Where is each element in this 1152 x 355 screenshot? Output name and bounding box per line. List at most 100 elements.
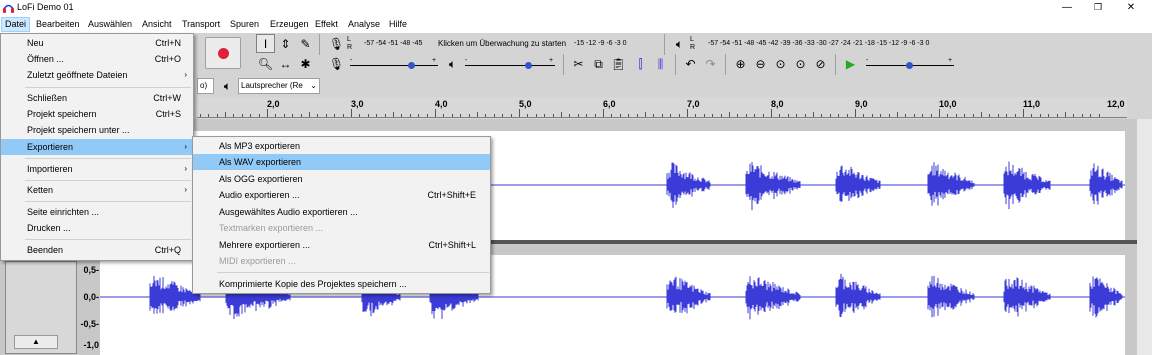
fit-project-icon[interactable]: ⊙	[791, 54, 810, 73]
export-wav-item[interactable]: Als WAV exportieren	[193, 154, 490, 170]
silence-icon[interactable]: ⫼	[651, 54, 670, 73]
ruler-tick	[1073, 114, 1075, 117]
menu-item-neu[interactable]: Neu Ctrl+N	[1, 35, 193, 51]
menu-item-drucken[interactable]: Drucken ...	[1, 220, 193, 236]
ruler-tick	[594, 114, 596, 117]
collapse-track-button[interactable]: ▲	[14, 335, 58, 349]
ruler-tick	[376, 114, 378, 117]
recording-volume-thumb[interactable]	[408, 62, 415, 69]
export-multiple-item[interactable]: Mehrere exportieren ... Ctrl+Shift+L	[193, 237, 490, 253]
ruler-tick	[981, 112, 982, 117]
selection-tool-icon[interactable]: I	[256, 34, 275, 53]
ruler-tick	[804, 114, 806, 117]
ruler-tick	[443, 114, 445, 117]
menu-ansicht[interactable]: Ansicht	[139, 17, 175, 32]
speaker-icon[interactable]: 🔈︎	[670, 34, 689, 53]
ruler-tick	[720, 114, 722, 117]
ruler-tick	[695, 114, 697, 117]
ruler-tick	[317, 114, 319, 117]
export-audio-item[interactable]: Audio exportieren ... Ctrl+Shift+E	[193, 187, 490, 203]
track2-control-panel: ▲	[5, 261, 77, 354]
minimize-button[interactable]: —	[1060, 1, 1074, 14]
paste-icon[interactable]: 📋︎	[609, 54, 628, 73]
save-compressed-copy-item[interactable]: Komprimierte Kopie des Projektes speiche…	[193, 276, 490, 292]
ruler-tick	[1014, 114, 1016, 117]
zoom-tool-icon[interactable]: 🔍︎	[256, 54, 275, 73]
play-speed-thumb[interactable]	[906, 62, 913, 69]
playback-volume-slider[interactable]: - +	[465, 57, 557, 71]
recording-volume-slider[interactable]: - +	[350, 57, 440, 71]
close-button[interactable]: ✕	[1124, 1, 1138, 14]
zoom-in-icon[interactable]: ⊕	[731, 54, 750, 73]
menu-bearbeiten[interactable]: Bearbeiten	[33, 17, 83, 32]
menu-item-projekt-speichern[interactable]: Projekt speichern Ctrl+S	[1, 106, 193, 122]
ruler-tick	[544, 114, 546, 117]
menu-item-seite-einrichten[interactable]: Seite einrichten ...	[1, 204, 193, 220]
output-device-select[interactable]: Lautsprecher (Re ⌄	[238, 78, 320, 94]
export-selected-audio-item[interactable]: Ausgewähltes Audio exportieren ...	[193, 204, 490, 220]
copy-icon[interactable]: ⧉	[589, 54, 608, 73]
trim-icon[interactable]: ⫿	[631, 54, 650, 73]
record-icon	[218, 48, 229, 59]
zoom-out-icon[interactable]: ⊖	[751, 54, 770, 73]
fit-selection-icon[interactable]: ⊙	[771, 54, 790, 73]
ruler-tick	[569, 114, 571, 117]
menu-item-exportieren[interactable]: Exportieren ›	[1, 139, 193, 155]
ruler-tick	[1006, 114, 1008, 117]
ruler-tick	[199, 114, 201, 117]
ruler-tick	[947, 114, 949, 117]
ruler-tick	[855, 109, 856, 117]
menu-item-ketten[interactable]: Ketten ›	[1, 182, 193, 198]
undo-icon[interactable]: ↶	[681, 54, 700, 73]
menu-item-importieren[interactable]: Importieren ›	[1, 161, 193, 177]
datei-dropdown-menu: Neu Ctrl+N Öffnen ... Ctrl+O Zuletzt geöff…	[0, 33, 194, 261]
ruler-tick	[401, 114, 403, 117]
play-at-speed-icon[interactable]: ▶	[841, 54, 860, 73]
menu-spuren[interactable]: Spuren	[227, 17, 262, 32]
menu-item-schliessen[interactable]: Schließen Ctrl+W	[1, 90, 193, 106]
ruler-tick	[485, 114, 487, 117]
menu-item-zuletzt-geoeffnet[interactable]: Zuletzt geöffnete Dateien ›	[1, 67, 193, 83]
ruler-label: 8,0	[771, 99, 784, 109]
ruler-label: 10,0	[939, 99, 957, 109]
microphone-icon[interactable]: 🎙︎	[327, 34, 346, 53]
ruler-tick	[586, 114, 588, 117]
input-channels-select[interactable]: o)	[197, 78, 214, 94]
playback-meter[interactable]: -57 -54 -51 -48 -45 -42 -39 -36 -33 -30 …	[700, 34, 980, 53]
multi-tool-icon[interactable]: ✱	[296, 54, 315, 73]
menu-effekt[interactable]: Effekt	[312, 17, 341, 32]
zoom-toggle-icon[interactable]: ⊘	[811, 54, 830, 73]
envelope-tool-icon[interactable]: ⇕	[276, 34, 295, 53]
cut-icon[interactable]: ✂	[569, 54, 588, 73]
menu-datei[interactable]: Datei	[1, 17, 31, 32]
output-volume-icon: 🔈︎	[448, 56, 457, 71]
play-speed-slider[interactable]: - +	[866, 57, 956, 71]
menu-auswaehlen[interactable]: Auswählen	[85, 17, 135, 32]
menu-item-projekt-speichern-unter[interactable]: Projekt speichern unter ...	[1, 122, 193, 138]
maximize-button[interactable]: ❐	[1091, 1, 1105, 14]
ruler-tick	[619, 114, 621, 117]
export-ogg-item[interactable]: Als OGG exportieren	[193, 171, 490, 187]
window-title: LoFi Demo 01	[17, 2, 74, 12]
ruler-tick	[939, 109, 940, 117]
menu-erzeugen[interactable]: Erzeugen	[267, 17, 312, 32]
record-button[interactable]	[205, 37, 241, 69]
vertical-scrollbar[interactable]	[1137, 119, 1152, 355]
export-mp3-item[interactable]: Als MP3 exportieren	[193, 138, 490, 154]
menu-analyse[interactable]: Analyse	[345, 17, 383, 32]
menu-item-oeffnen[interactable]: Öffnen ... Ctrl+O	[1, 51, 193, 67]
audacity-logo-icon	[3, 4, 14, 13]
menu-item-beenden[interactable]: Beenden Ctrl+Q	[1, 242, 193, 258]
ruler-tick	[897, 112, 898, 117]
draw-tool-icon[interactable]: ✎	[296, 34, 315, 53]
record-meter[interactable]: -57 -54 -51 -48 -45 Klicken um Überwachu…	[356, 34, 656, 53]
menu-transport[interactable]: Transport	[179, 17, 223, 32]
ruler-tick	[611, 114, 613, 117]
ruler-tick	[342, 114, 344, 117]
redo-icon[interactable]: ↷	[701, 54, 720, 73]
playback-volume-thumb[interactable]	[525, 62, 532, 69]
timeshift-tool-icon[interactable]: ↔	[276, 54, 295, 73]
menu-hilfe[interactable]: Hilfe	[386, 17, 410, 32]
ruler-tick	[519, 109, 520, 117]
timeline-ruler[interactable]: 2,0 3,0 4,0 5,0 6,0 7,0 8,0 9,0 10,0 11,0 12,0	[197, 97, 1127, 118]
